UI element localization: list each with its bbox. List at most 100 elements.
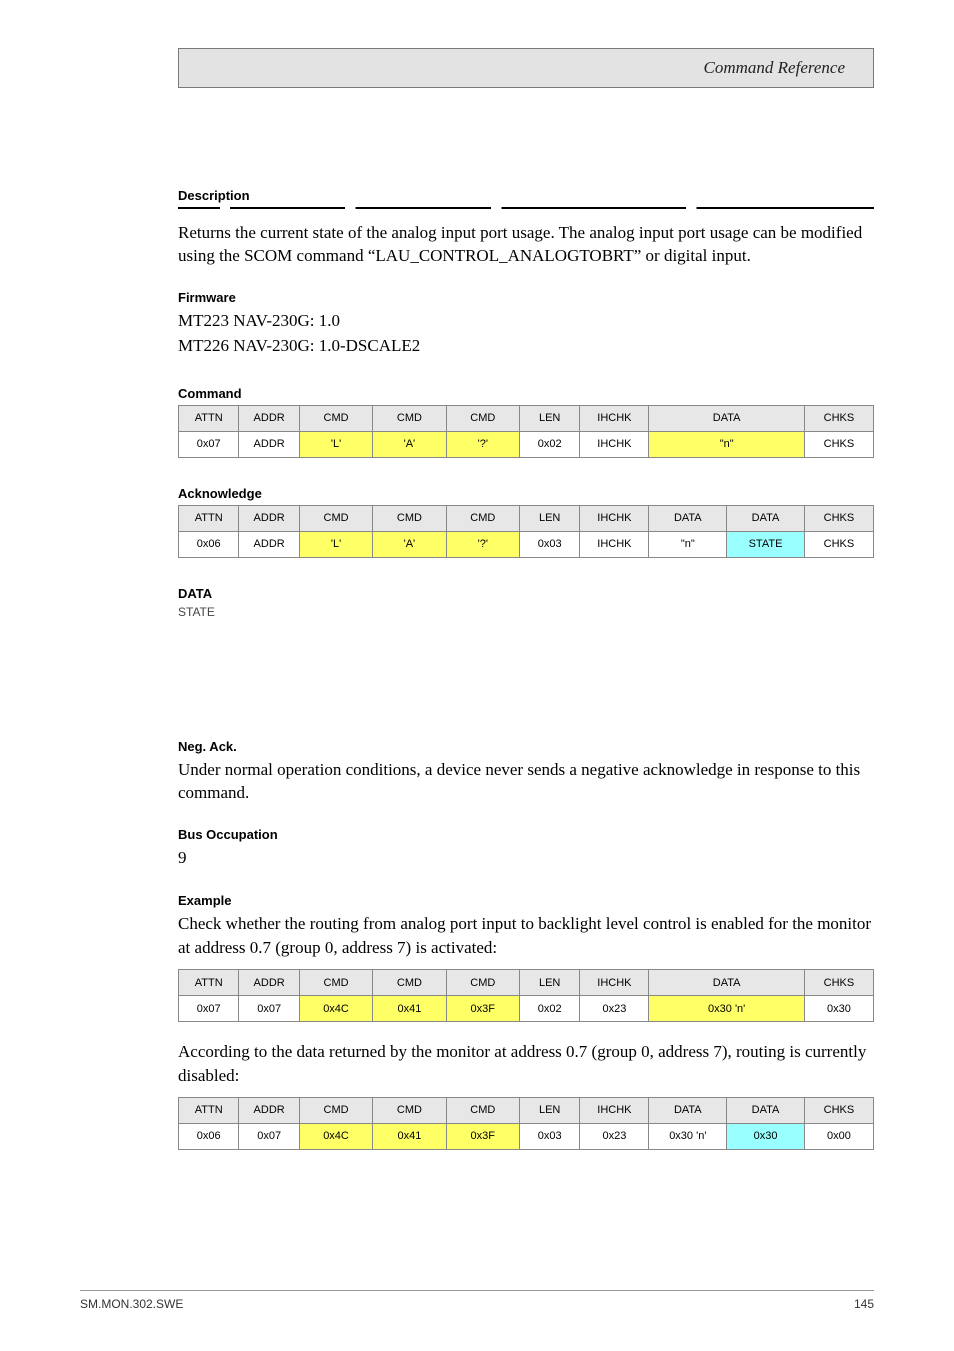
table-header-row: ATTN ADDR CMD CMD CMD LEN IHCHK DATA DAT… (179, 505, 874, 531)
th: IHCHK (580, 505, 649, 531)
td: 0x30 'n' (649, 1123, 727, 1149)
th-chks: CHKS (804, 405, 873, 431)
td: 'L' (299, 431, 372, 457)
table-header-row: ATTN ADDR CMD CMD CMD LEN IHCHK DATA DAT… (179, 1097, 874, 1123)
th: CMD (446, 1097, 519, 1123)
table-row: 0x07 ADDR 'L' 'A' '?' 0x02 IHCHK "n" CHK… (179, 431, 874, 457)
firmware-line-2: MT226 NAV-230G: 1.0-DSCALE2 (178, 334, 874, 357)
busoccupation-value: 9 (178, 846, 874, 869)
th: ATTN (179, 970, 239, 996)
th: ATTN (179, 505, 239, 531)
th: CHKS (804, 505, 873, 531)
nack-label: Neg. Ack. (178, 739, 874, 754)
th: LEN (519, 505, 579, 531)
ack-label: Acknowledge (178, 486, 874, 501)
th: CMD (299, 505, 372, 531)
th: CHKS (804, 1097, 873, 1123)
th: ADDR (239, 505, 299, 531)
th: CHKS (804, 970, 873, 996)
th: CMD (373, 1097, 446, 1123)
td: 0x4C (299, 1123, 372, 1149)
th: DATA (649, 1097, 727, 1123)
th: ADDR (239, 1097, 299, 1123)
td: 0x30 (804, 996, 873, 1022)
command-label: Command (178, 386, 874, 401)
td: 0x06 (179, 1123, 239, 1149)
footer-left: SM.MON.302.SWE (80, 1297, 183, 1311)
td: 0x07 (179, 431, 239, 457)
th: LEN (519, 1097, 579, 1123)
td: 0x03 (519, 1123, 579, 1149)
table-row: 0x06 ADDR 'L' 'A' '?' 0x03 IHCHK "n" STA… (179, 531, 874, 557)
data-label: DATA (178, 586, 874, 601)
td: 0x41 (373, 1123, 446, 1149)
td: 0x07 (239, 1123, 299, 1149)
example-response-intro: According to the data returned by the mo… (178, 1040, 874, 1087)
td: CHKS (804, 431, 873, 457)
example-intro: Check whether the routing from analog po… (178, 912, 874, 959)
td: ADDR (239, 531, 299, 557)
footer-right: 145 (854, 1297, 874, 1311)
td: "n" (649, 431, 804, 457)
td: 0x02 (519, 996, 579, 1022)
th: IHCHK (580, 970, 649, 996)
th-cmd: CMD (299, 405, 372, 431)
td: 0x06 (179, 531, 239, 557)
th: CMD (373, 970, 446, 996)
table-row: 0x06 0x07 0x4C 0x41 0x3F 0x03 0x23 0x30 … (179, 1123, 874, 1149)
th-attn: ATTN (179, 405, 239, 431)
th: DATA (727, 1097, 805, 1123)
td: 'A' (373, 431, 446, 457)
th: LEN (519, 970, 579, 996)
example-response-table: ATTN ADDR CMD CMD CMD LEN IHCHK DATA DAT… (178, 1097, 874, 1150)
description-text: Returns the current state of the analog … (178, 221, 874, 268)
th-cmd: CMD (446, 405, 519, 431)
td: CHKS (804, 531, 873, 557)
td: 0x23 (580, 1123, 649, 1149)
nack-text: Under normal operation conditions, a dev… (178, 758, 874, 805)
th: DATA (649, 970, 804, 996)
th: ADDR (239, 970, 299, 996)
td: 0x07 (179, 996, 239, 1022)
td: '?' (446, 431, 519, 457)
data-state-text: STATE (178, 605, 874, 619)
td: 0x23 (580, 996, 649, 1022)
description-label: Description (178, 188, 874, 203)
page-footer: SM.MON.302.SWE 145 (80, 1290, 874, 1311)
td: 0x3F (446, 1123, 519, 1149)
td: 0x30 (727, 1123, 805, 1149)
td: 0x30 'n' (649, 996, 804, 1022)
td: '?' (446, 531, 519, 557)
ack-table: ATTN ADDR CMD CMD CMD LEN IHCHK DATA DAT… (178, 505, 874, 558)
td: STATE (727, 531, 805, 557)
command-table: ATTN ADDR CMD CMD CMD LEN IHCHK DATA CHK… (178, 405, 874, 458)
th: CMD (446, 505, 519, 531)
td: 0x07 (239, 996, 299, 1022)
th: ATTN (179, 1097, 239, 1123)
example-label: Example (178, 893, 874, 908)
table-header-row: ATTN ADDR CMD CMD CMD LEN IHCHK DATA CHK… (179, 970, 874, 996)
th-data: DATA (649, 405, 804, 431)
th: CMD (299, 970, 372, 996)
td: 0x00 (804, 1123, 873, 1149)
th-ihchk: IHCHK (580, 405, 649, 431)
th-addr: ADDR (239, 405, 299, 431)
table-header-row: ATTN ADDR CMD CMD CMD LEN IHCHK DATA CHK… (179, 405, 874, 431)
td: ADDR (239, 431, 299, 457)
th: IHCHK (580, 1097, 649, 1123)
td: IHCHK (580, 531, 649, 557)
busoccupation-label: Bus Occupation (178, 827, 874, 842)
example-request-table: ATTN ADDR CMD CMD CMD LEN IHCHK DATA CHK… (178, 969, 874, 1022)
firmware-line-1: MT223 NAV-230G: 1.0 (178, 309, 874, 332)
td: 0x03 (519, 531, 579, 557)
th-len: LEN (519, 405, 579, 431)
th: CMD (446, 970, 519, 996)
th: DATA (649, 505, 727, 531)
td: "n" (649, 531, 727, 557)
td: 0x02 (519, 431, 579, 457)
firmware-label: Firmware (178, 290, 874, 305)
td: 0x4C (299, 996, 372, 1022)
header-title: Command Reference (704, 58, 845, 78)
table-row: 0x07 0x07 0x4C 0x41 0x3F 0x02 0x23 0x30 … (179, 996, 874, 1022)
td: 'A' (373, 531, 446, 557)
